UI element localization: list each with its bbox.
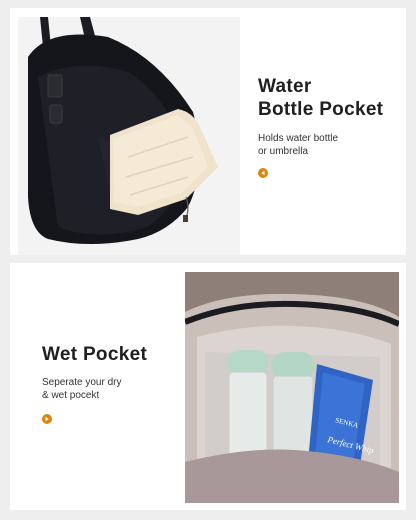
water-bottle-pocket-card: Water Bottle Pocket Holds water bottle o… xyxy=(10,8,406,255)
desc-line-1: Seperate your dry xyxy=(42,377,122,388)
play-right-icon xyxy=(45,416,49,422)
title-line-2: Bottle Pocket xyxy=(258,99,384,120)
wet-pocket-photo: SENKA Perfect Whip xyxy=(185,272,399,503)
title-line-1: Wet Pocket xyxy=(42,344,148,365)
desc-line-2: or umbrella xyxy=(258,146,309,157)
section-title: Wet Pocket xyxy=(42,343,182,366)
bag-side-pocket-photo xyxy=(18,17,240,255)
desc-line-2: & wet pocekt xyxy=(42,390,100,401)
section-title: Water Bottle Pocket xyxy=(258,75,408,121)
title-line-1: Water xyxy=(258,76,312,97)
play-left-icon xyxy=(261,170,265,176)
desc-line-1: Holds water bottle xyxy=(258,133,339,144)
pointer-button[interactable] xyxy=(42,414,52,424)
section-description: Seperate your dry & wet pocekt xyxy=(42,376,172,402)
pointer-button[interactable] xyxy=(258,168,268,178)
section-description: Holds water bottle or umbrella xyxy=(258,132,388,158)
wet-pocket-card: Wet Pocket Seperate your dry & wet pocek… xyxy=(10,263,406,510)
